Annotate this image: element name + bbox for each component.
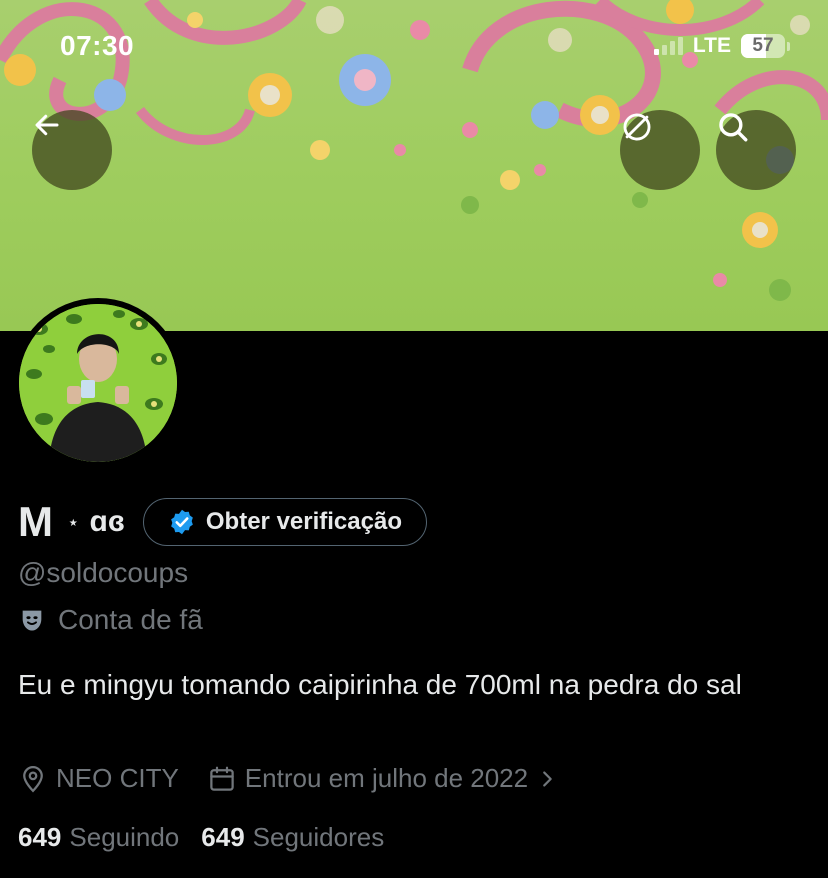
following-count: 649 xyxy=(18,822,62,852)
name-separator: ⋆ xyxy=(67,511,80,534)
avatar[interactable] xyxy=(13,298,183,468)
signal-icon xyxy=(653,37,683,55)
get-verified-button[interactable]: Obter verificação xyxy=(142,498,427,546)
cancel-circle-icon xyxy=(623,113,651,141)
account-type-label: Conta de fã xyxy=(58,604,203,635)
location-pin-icon xyxy=(23,765,43,792)
avatar-photo xyxy=(19,304,177,462)
battery-cap xyxy=(787,41,790,51)
account-type: Conta de fã xyxy=(18,604,203,636)
calendar-icon xyxy=(210,766,234,791)
avatar-image xyxy=(19,304,177,462)
following-label: Seguindo xyxy=(69,822,180,852)
joined-date-item[interactable]: Entrou em julho de 2022 xyxy=(207,763,558,794)
profile-handle: @soldocoups xyxy=(18,557,189,588)
profile-banner[interactable]: 07:30 LTE 57 xyxy=(0,0,828,331)
followers-count: 649 xyxy=(201,822,245,852)
status-indicators: LTE 57 xyxy=(653,34,790,58)
theater-mask-icon xyxy=(22,610,42,631)
joined-date-label: Entrou em julho de 2022 xyxy=(244,763,529,793)
chevron-right-icon xyxy=(543,770,552,787)
profile-meta: NEO CITY Entrou em julho de 2022 xyxy=(18,763,558,794)
battery-level: 57 xyxy=(752,35,774,56)
search-icon xyxy=(719,113,748,142)
status-time: 07:30 xyxy=(60,30,135,61)
location-label: NEO CITY xyxy=(56,763,179,793)
name-suffix: ɑɞ xyxy=(89,505,125,538)
verified-badge-icon xyxy=(171,509,193,535)
follow-stats: 649 Seguindo 649 Seguidores xyxy=(18,822,384,853)
search-button[interactable] xyxy=(716,110,796,190)
get-verified-label: Obter verificação xyxy=(205,508,402,535)
display-name: M xyxy=(18,498,53,545)
location-item: NEO CITY xyxy=(18,763,179,794)
cancel-button[interactable] xyxy=(620,110,700,190)
followers-label: Seguidores xyxy=(252,822,385,852)
arrow-left-icon xyxy=(35,114,59,136)
profile-bio: Eu e mingyu tomando caipirinha de 700ml … xyxy=(18,669,742,700)
battery-icon: 57 xyxy=(741,34,785,58)
followers-link[interactable]: 649 Seguidores xyxy=(201,822,384,853)
following-link[interactable]: 649 Seguindo xyxy=(18,822,179,853)
back-button[interactable] xyxy=(32,110,112,190)
profile-name-row: M ⋆ ɑɞ Obter verificação xyxy=(18,498,427,546)
network-type: LTE xyxy=(692,34,731,57)
